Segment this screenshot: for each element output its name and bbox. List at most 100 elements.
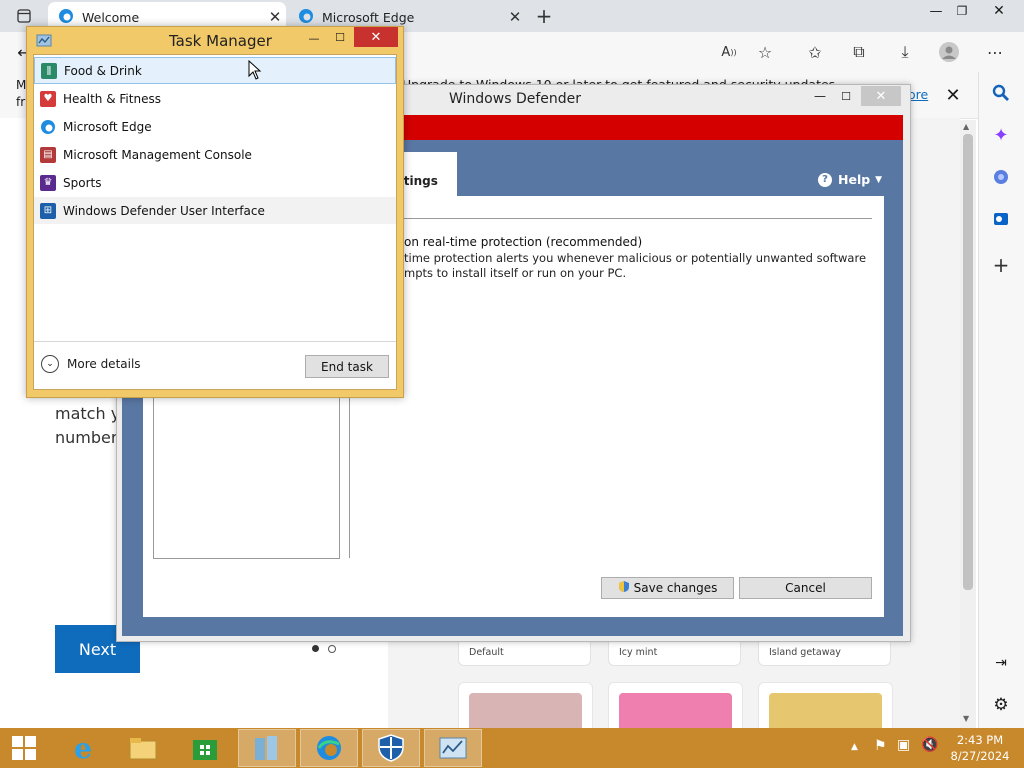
uac-shield-icon (618, 580, 630, 596)
end-task-button[interactable]: End task (305, 355, 389, 378)
start-button[interactable] (0, 729, 48, 767)
defender-minimize-icon[interactable]: — (810, 88, 830, 104)
search-icon[interactable] (988, 80, 1014, 106)
carousel-dot-active[interactable] (312, 645, 319, 652)
app-name: Microsoft Edge (63, 119, 152, 134)
defender-icon: ⊞ (40, 202, 56, 219)
app-row-health-fitness[interactable]: ♥ Health & Fitness (34, 85, 396, 112)
defender-maximize-icon[interactable]: ☐ (836, 88, 856, 104)
theme-card-default[interactable]: Default (458, 638, 591, 666)
taskbar-store[interactable] (176, 729, 234, 767)
app-row-mmc[interactable]: ▤ Microsoft Management Console (34, 141, 396, 168)
clock-time: 2:43 PM (956, 733, 1004, 747)
realtime-protection-heading: on real-time protection (recommended) (404, 235, 643, 249)
collections-icon[interactable]: ⧉ (846, 40, 872, 64)
food-icon: ǁ (41, 62, 57, 79)
carousel-dot[interactable] (328, 645, 336, 653)
close-window-icon[interactable]: ✕ (984, 2, 1014, 20)
more-details-toggle[interactable]: ⌄ More details (41, 355, 141, 373)
network-icon[interactable]: ▣ (897, 737, 910, 753)
edge-icon (317, 736, 341, 760)
cancel-button[interactable]: Cancel (739, 577, 872, 599)
restore-icon[interactable]: ❐ (950, 2, 974, 20)
task-manager-icon (36, 33, 52, 52)
more-options-icon[interactable]: ⋯ (982, 40, 1008, 64)
theme-card-preview[interactable] (758, 682, 893, 734)
theme-card-island-getaway[interactable]: Island getaway (758, 638, 891, 666)
help-icon: ? (818, 172, 832, 187)
windows-logo-icon (12, 736, 36, 760)
defender-close-icon[interactable]: ✕ (861, 86, 901, 106)
expand-chevron-icon: ⌄ (41, 355, 59, 373)
internet-explorer-icon: e (74, 731, 92, 765)
app-name: Sports (63, 175, 102, 190)
taskbar-mmc[interactable] (238, 729, 296, 767)
infobar-close-icon[interactable]: ✕ (942, 84, 964, 106)
app-row-windows-defender[interactable]: ⊞ Windows Defender User Interface (34, 197, 396, 224)
tab-actions-icon[interactable] (12, 6, 36, 26)
save-changes-button[interactable]: Save changes (601, 577, 734, 599)
infobar-text-left-2: fr (16, 95, 26, 109)
app-row-sports[interactable]: ♛ Sports (34, 169, 396, 196)
folder-icon (619, 693, 732, 733)
scroll-up-icon[interactable]: ▲ (963, 122, 969, 131)
divider (34, 341, 396, 342)
theme-card-preview[interactable] (458, 682, 593, 734)
chevron-down-icon: ▼ (875, 174, 883, 185)
app-name: Health & Fitness (63, 91, 161, 106)
theme-label: Default (469, 647, 504, 658)
health-icon: ♥ (40, 90, 56, 107)
taskbar-file-explorer[interactable] (114, 729, 172, 767)
downloads-icon[interactable]: ⤓ (892, 40, 918, 64)
taskbar-internet-explorer[interactable]: e (54, 729, 112, 767)
page-text-line: number (55, 428, 118, 447)
taskbar-task-manager[interactable] (424, 729, 482, 767)
app-row-microsoft-edge[interactable]: Microsoft Edge (34, 113, 396, 140)
minimize-icon[interactable]: — (924, 2, 948, 20)
tm-maximize-icon[interactable]: ☐ (330, 29, 350, 45)
defender-title: Windows Defender (449, 91, 582, 107)
show-hidden-icons[interactable]: ▲ (851, 742, 858, 752)
infobar-text-left: M (16, 78, 27, 92)
theme-card-icy-mint[interactable]: Icy mint (608, 638, 741, 666)
app-name: Microsoft Management Console (63, 147, 252, 162)
realtime-protection-description: time protection alerts you whenever mali… (404, 251, 867, 265)
app-name: Food & Drink (64, 63, 142, 78)
action-center-flag-icon[interactable]: ⚑ (874, 738, 887, 754)
add-favorite-icon[interactable]: ☆ (752, 40, 778, 64)
infobar-link[interactable]: ore (908, 87, 928, 102)
more-details-label: More details (67, 357, 141, 371)
new-tab-icon[interactable]: + (532, 4, 556, 28)
help-menu[interactable]: ? Help ▼ (818, 172, 882, 187)
task-manager-title: Task Manager (169, 32, 272, 50)
theme-card-preview[interactable] (608, 682, 743, 734)
games-icon[interactable] (988, 164, 1014, 190)
scrollbar-thumb[interactable] (963, 134, 973, 590)
taskbar-edge[interactable] (300, 729, 358, 767)
sidebar-settings-gear-icon[interactable]: ⚙ (988, 692, 1014, 718)
edge-icon (298, 8, 314, 27)
profile-icon[interactable] (936, 40, 962, 64)
scroll-down-icon[interactable]: ▼ (963, 714, 969, 723)
outlook-icon[interactable] (988, 206, 1014, 232)
tm-minimize-icon[interactable]: — (304, 30, 324, 46)
mmc-icon: ▤ (40, 146, 56, 163)
close-tab-icon[interactable]: ✕ (264, 8, 286, 26)
sports-icon: ♛ (40, 174, 56, 191)
task-manager-icon (439, 737, 467, 759)
tab-label: Microsoft Edge (322, 9, 415, 25)
taskbar-windows-defender[interactable] (362, 729, 420, 767)
hide-sidebar-icon[interactable]: ⇥ (988, 650, 1014, 676)
tm-close-icon[interactable]: ✕ (354, 27, 398, 47)
read-aloud-icon[interactable]: A)) (716, 40, 742, 64)
volume-muted-icon[interactable]: 🔇 (921, 737, 938, 753)
realtime-protection-description: mpts to install itself or run on your PC… (404, 266, 627, 280)
app-row-food-drink[interactable]: ǁ Food & Drink (34, 57, 396, 84)
favorites-icon[interactable]: ✩ (802, 40, 828, 64)
store-icon (193, 740, 217, 760)
close-tab-icon[interactable]: ✕ (504, 8, 526, 26)
clock[interactable]: 2:43 PM 8/27/2024 (946, 732, 1014, 764)
copilot-icon[interactable]: ✦ (988, 122, 1014, 148)
save-changes-label: Save changes (633, 581, 718, 595)
add-sidebar-app-icon[interactable]: + (988, 252, 1014, 278)
